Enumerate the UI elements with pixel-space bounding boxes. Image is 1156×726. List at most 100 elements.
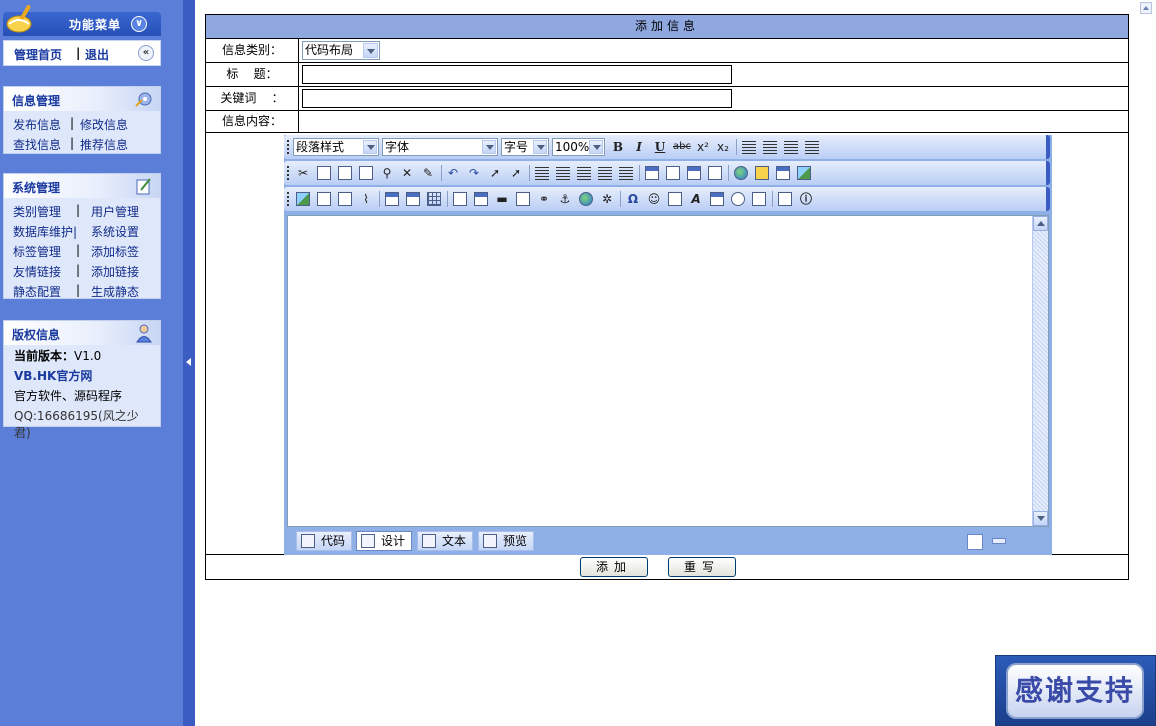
add-link-link[interactable]: 添加链接 (91, 263, 139, 280)
database-maintenance-link[interactable]: 数据库维护| (13, 223, 77, 240)
scroll-top-icon[interactable] (1140, 2, 1152, 14)
thanks-support-button[interactable]: 感谢支持 (1006, 663, 1144, 719)
anchor-icon[interactable]: ⚓ (556, 190, 574, 208)
undo-icon[interactable]: ↶ (444, 164, 462, 182)
insert-table-icon[interactable] (383, 190, 401, 208)
paste-text-icon[interactable] (357, 164, 375, 182)
indent-icon[interactable] (596, 164, 614, 182)
official-site-link[interactable]: VB.HK官方网 (14, 369, 92, 383)
scroll-down-icon[interactable] (1033, 511, 1048, 526)
double-chevron-left-icon[interactable]: « (138, 45, 154, 61)
background-color-icon[interactable] (664, 164, 682, 182)
add-tag-link[interactable]: 添加标签 (91, 243, 139, 260)
preview-mode-tab[interactable]: 预览 (478, 531, 535, 551)
ordered-list-icon[interactable] (533, 164, 551, 182)
insert-flash-icon[interactable] (315, 190, 333, 208)
text-mode-tab[interactable]: 文本 (417, 531, 474, 551)
insert-iframe-icon[interactable] (472, 190, 490, 208)
align-center-icon[interactable] (761, 138, 779, 156)
add-button[interactable]: 添加 (580, 557, 648, 577)
tag-management-link[interactable]: 标签管理 (13, 243, 61, 260)
insert-media-icon[interactable] (336, 190, 354, 208)
emoticon-icon[interactable]: ☺ (645, 190, 663, 208)
category-select[interactable]: 代码布局 (302, 41, 380, 60)
collapse-menu-icon[interactable]: ∨ (131, 16, 147, 32)
unordered-list-icon[interactable] (554, 164, 572, 182)
properties-icon[interactable] (776, 190, 794, 208)
italic-button[interactable]: I (630, 138, 648, 156)
globe-icon[interactable] (732, 164, 750, 182)
code-mode-tab[interactable]: 代码 (296, 531, 353, 551)
cut-icon[interactable]: ✂ (294, 164, 312, 182)
excel-icon[interactable] (795, 164, 813, 182)
editor-content-area[interactable] (287, 215, 1049, 527)
font-color-icon[interactable] (643, 164, 661, 182)
insert-time-icon[interactable] (729, 190, 747, 208)
unlink-icon[interactable]: ✲ (598, 190, 616, 208)
attachment-icon[interactable]: ⌇ (357, 190, 375, 208)
user-management-link[interactable]: 用户管理 (91, 203, 139, 220)
paste-icon[interactable] (336, 164, 354, 182)
special-char-icon[interactable]: Ω (624, 190, 642, 208)
clear-format-icon[interactable]: ✎ (419, 164, 437, 182)
map-link-icon[interactable] (577, 190, 595, 208)
align-justify-icon[interactable] (803, 138, 821, 156)
select-icon[interactable]: ➚ (486, 164, 504, 182)
design-mode-tab[interactable]: 设计 (356, 531, 413, 551)
outdent-icon[interactable] (575, 164, 593, 182)
category-management-link[interactable]: 类别管理 (13, 203, 61, 220)
align-right-icon[interactable] (782, 138, 800, 156)
info-icon[interactable]: ⓘ (797, 190, 815, 208)
system-settings-link[interactable]: 系统设置 (91, 223, 139, 240)
strikethrough-button[interactable]: abc (671, 138, 693, 156)
toolbar-grip[interactable] (287, 140, 289, 154)
reset-button[interactable]: 重写 (668, 557, 736, 577)
absolute-position-icon[interactable]: ➚ (507, 164, 525, 182)
remove-format-icon[interactable] (706, 164, 724, 182)
font-size-select[interactable]: 字号 (501, 138, 549, 156)
scroll-up-icon[interactable] (1033, 216, 1048, 231)
static-config-link[interactable]: 静态配置 (13, 283, 61, 300)
marquee-icon[interactable] (514, 190, 532, 208)
recommend-info-link[interactable]: 推荐信息 (80, 136, 128, 153)
superscript-button[interactable]: x² (694, 138, 712, 156)
find-icon[interactable]: ⚲ (378, 164, 396, 182)
paragraph-style-select[interactable]: 段落样式 (293, 138, 379, 156)
zoom-select[interactable]: 100% (552, 138, 605, 156)
align-left-icon[interactable] (740, 138, 758, 156)
copy-icon[interactable] (315, 164, 333, 182)
full-screen-icon[interactable] (774, 164, 792, 182)
home-link[interactable]: 管理首页 (14, 46, 62, 63)
editor-vertical-scrollbar[interactable] (1032, 216, 1048, 526)
checkbox-field-icon[interactable] (666, 190, 684, 208)
generate-static-link[interactable]: 生成静态 (91, 283, 139, 300)
insert-layer-icon[interactable] (685, 164, 703, 182)
horizontal-rule-icon[interactable]: ▬ (493, 190, 511, 208)
insert-image-icon[interactable] (294, 190, 312, 208)
underline-button[interactable]: U (651, 138, 669, 156)
insert-frame-icon[interactable] (451, 190, 469, 208)
sidebar-toggle-splitter[interactable] (183, 0, 195, 726)
paragraph-icon[interactable] (617, 164, 635, 182)
table-grid-icon[interactable] (425, 190, 443, 208)
upload-icon[interactable] (753, 164, 771, 182)
toolbar-grip[interactable] (287, 166, 289, 180)
link-icon[interactable]: ⚭ (535, 190, 553, 208)
insert-date-icon[interactable] (708, 190, 726, 208)
find-info-link[interactable]: 查找信息 (13, 136, 61, 153)
edit-info-link[interactable]: 修改信息 (80, 116, 128, 133)
delete-icon[interactable]: ✕ (398, 164, 416, 182)
font-select[interactable]: 字体 (382, 138, 498, 156)
logout-link[interactable]: 退出 (85, 46, 109, 63)
resize-larger-icon[interactable] (967, 534, 983, 550)
keyword-input[interactable] (302, 89, 732, 108)
redo-icon[interactable]: ↷ (465, 164, 483, 182)
resize-smaller-icon[interactable] (992, 538, 1006, 544)
subscript-button[interactable]: x₂ (714, 138, 732, 156)
toolbar-grip[interactable] (287, 192, 289, 206)
bold-button[interactable]: B (609, 138, 627, 156)
art-text-icon[interactable]: A (687, 190, 705, 208)
table-menu-icon[interactable] (404, 190, 422, 208)
insert-page-icon[interactable] (750, 190, 768, 208)
publish-info-link[interactable]: 发布信息 (13, 116, 61, 133)
